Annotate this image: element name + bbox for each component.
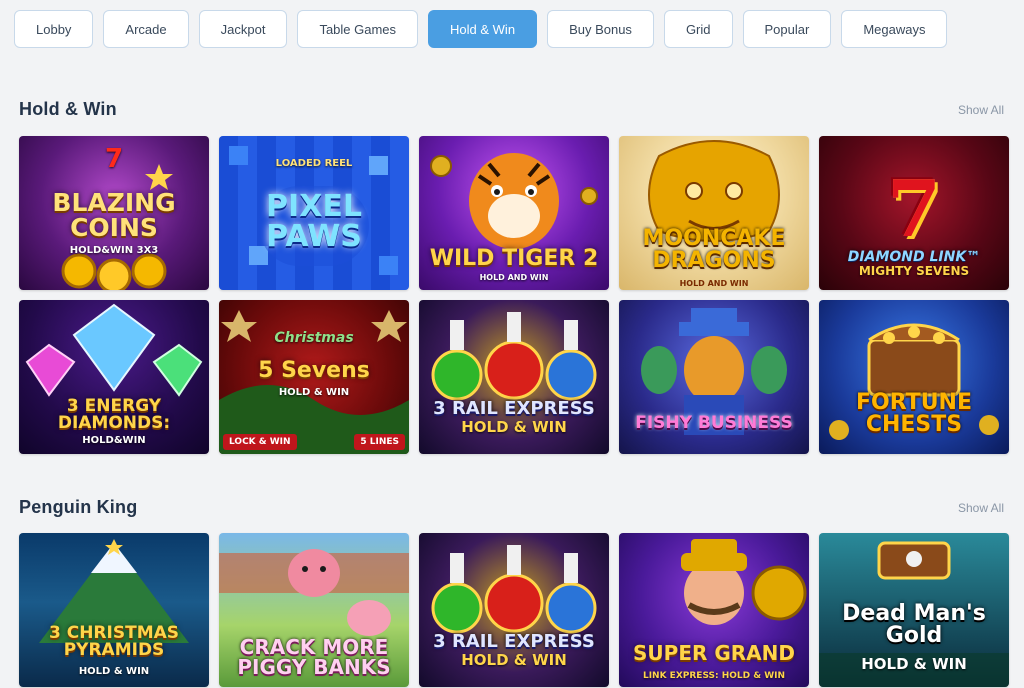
tab-hold-and-win[interactable]: Hold & Win bbox=[428, 10, 538, 48]
show-all-link[interactable]: Show All bbox=[958, 501, 1004, 515]
game-tile-dead-mans-gold[interactable]: Dead Man's Gold HOLD & WIN bbox=[819, 533, 1009, 687]
game-title: WILD TIGER 2 bbox=[429, 246, 599, 271]
game-tile-christmas-5-sevens[interactable]: Christmas 5 Sevens HOLD & WIN LOCK & WIN… bbox=[219, 300, 409, 454]
tab-megaways[interactable]: Megaways bbox=[841, 10, 948, 48]
game-title: 3 RAIL EXPRESS bbox=[433, 398, 595, 419]
game-tile-mooncake-dragons[interactable]: MOONCAKE DRAGONS HOLD AND WIN bbox=[619, 136, 809, 290]
game-title: 3 CHRISTMAS PYRAMIDS bbox=[48, 623, 180, 660]
game-tile-3-christmas-pyramids[interactable]: 3 CHRISTMAS PYRAMIDS HOLD & WIN bbox=[19, 533, 209, 687]
section-header-hold-and-win: Hold & Win Show All bbox=[19, 99, 1004, 120]
game-title: DIAMOND LINK™ bbox=[847, 249, 981, 265]
game-top-label: LOADED REEL bbox=[275, 158, 353, 169]
game-top-label: 7 bbox=[104, 144, 124, 174]
game-subtitle: HOLD & WIN bbox=[78, 666, 150, 677]
tab-table-games[interactable]: Table Games bbox=[297, 10, 419, 48]
game-title: SUPER GRAND bbox=[633, 641, 795, 665]
game-tag-5-lines: 5 LINES bbox=[354, 434, 405, 450]
game-top-label: Christmas bbox=[274, 330, 354, 346]
game-title: CRACK MORE PIGGY BANKS bbox=[237, 635, 391, 679]
game-tile-3-rail-express[interactable]: 3 RAIL EXPRESS HOLD & WIN bbox=[419, 300, 609, 454]
game-title: FORTUNE CHESTS bbox=[856, 390, 972, 437]
game-tag-lock-and-win: LOCK & WIN bbox=[223, 434, 297, 450]
tab-jackpot[interactable]: Jackpot bbox=[198, 10, 288, 48]
tab-buy-bonus[interactable]: Buy Bonus bbox=[547, 10, 654, 48]
game-tile-fishy-business[interactable]: FISHY BUSINESS bbox=[619, 300, 809, 454]
game-subtitle: HOLD & WIN bbox=[278, 387, 350, 398]
show-all-link[interactable]: Show All bbox=[958, 103, 1004, 117]
game-tile-crack-more-piggy-banks[interactable]: CRACK MORE PIGGY BANKS bbox=[219, 533, 409, 687]
game-tile-super-grand-link-express[interactable]: SUPER GRAND LINK EXPRESS: HOLD & WIN bbox=[619, 533, 809, 687]
game-subtitle: LINK EXPRESS: HOLD & WIN bbox=[642, 671, 786, 681]
game-tile-wild-tiger-2[interactable]: WILD TIGER 2 HOLD AND WIN bbox=[419, 136, 609, 290]
pyramid-art bbox=[39, 539, 189, 643]
game-title: 5 Sevens bbox=[258, 358, 370, 383]
game-title: 3 RAIL EXPRESS bbox=[433, 631, 595, 652]
tab-grid[interactable]: Grid bbox=[663, 10, 733, 48]
game-title: PIXEL PAWS bbox=[266, 189, 362, 254]
game-subtitle: HOLD AND WIN bbox=[479, 273, 549, 282]
game-top-label: 7 bbox=[886, 164, 942, 255]
game-tile-diamond-link-mighty-sevens[interactable]: 7 DIAMOND LINK™ MIGHTY SEVENS bbox=[819, 136, 1009, 290]
game-title: FISHY BUSINESS bbox=[635, 413, 793, 433]
game-tile-3-rail-express-2[interactable]: 3 RAIL EXPRESS HOLD & WIN bbox=[419, 533, 609, 687]
tab-lobby[interactable]: Lobby bbox=[14, 10, 94, 48]
game-subtitle: HOLD & WIN bbox=[461, 418, 567, 436]
tab-arcade[interactable]: Arcade bbox=[103, 10, 189, 48]
game-subtitle: HOLD&WIN bbox=[82, 435, 146, 446]
tab-popular[interactable]: Popular bbox=[742, 10, 832, 48]
section-header-penguin-king: Penguin King Show All bbox=[19, 497, 1004, 518]
game-tile-blazing-coins[interactable]: 7 BLAZING COINS HOLD&WIN 3X3 bbox=[19, 136, 209, 290]
game-title: Dead Man's Gold bbox=[842, 601, 986, 648]
game-subtitle: HOLD & WIN bbox=[861, 655, 967, 673]
game-subtitle: MIGHTY SEVENS bbox=[858, 264, 970, 278]
game-title: 3 ENERGY DIAMONDS: bbox=[57, 396, 171, 433]
section-title: Hold & Win bbox=[19, 99, 117, 119]
game-grid-penguin-king: 3 CHRISTMAS PYRAMIDS HOLD & WIN CRACK MO… bbox=[19, 533, 1009, 687]
game-tile-3-energy-diamonds[interactable]: 3 ENERGY DIAMONDS: HOLD&WIN bbox=[19, 300, 209, 454]
game-subtitle: HOLD AND WIN bbox=[679, 279, 749, 288]
game-grid-hold-and-win: 7 BLAZING COINS HOLD&WIN 3X3 LOADED REEL… bbox=[19, 136, 1009, 454]
category-tabs: Lobby Arcade Jackpot Table Games Hold & … bbox=[14, 10, 948, 48]
game-title: MOONCAKE DRAGONS bbox=[642, 226, 786, 273]
game-tile-pixel-paws[interactable]: LOADED REEL PIXEL PAWS bbox=[219, 136, 409, 290]
game-tile-fortune-chests[interactable]: FORTUNE CHESTS bbox=[819, 300, 1009, 454]
game-title: BLAZING COINS bbox=[52, 188, 176, 242]
game-subtitle: HOLD&WIN 3X3 bbox=[69, 245, 159, 256]
game-subtitle: HOLD & WIN bbox=[461, 651, 567, 669]
section-title: Penguin King bbox=[19, 497, 138, 517]
